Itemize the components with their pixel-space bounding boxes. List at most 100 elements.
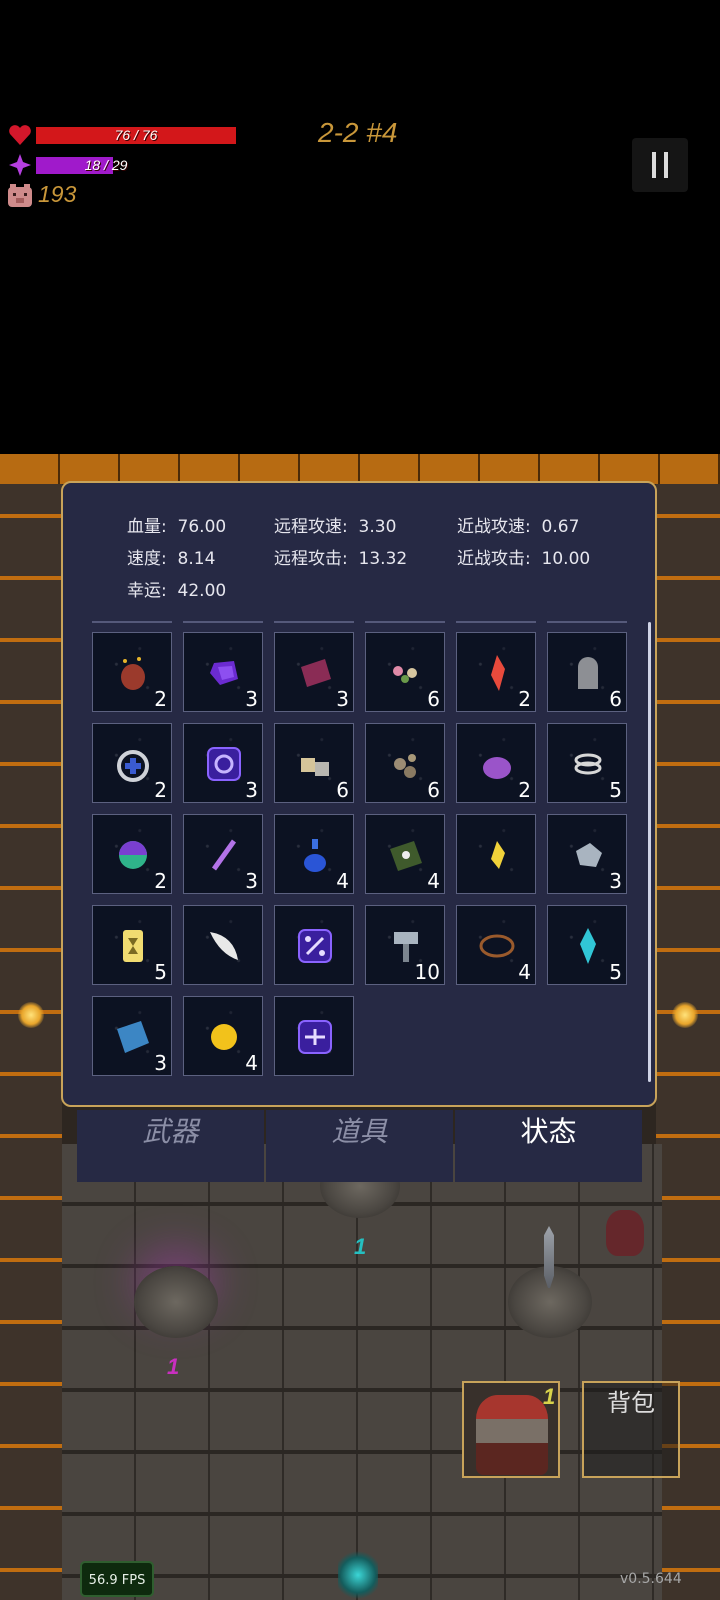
inventory-item-slot[interactable]: 5 [547, 723, 627, 803]
sword-icon [544, 1226, 554, 1288]
inventory-item-slot[interactable]: 6 [274, 723, 354, 803]
avatar-number: 1 [543, 1384, 556, 1409]
brick-wall-left [0, 484, 62, 1600]
tombstone-icon [568, 653, 608, 693]
mp-bar: 18 / 29 [36, 157, 236, 174]
flower-bunch-icon [386, 653, 426, 693]
item-count: 2 [518, 687, 531, 711]
stat-speed: 速度: 8.14 [127, 549, 216, 569]
inventory-item-slot[interactable]: 4 [274, 814, 354, 894]
item-count: 2 [154, 778, 167, 802]
arrow-rune-icon [295, 1017, 335, 1057]
red-crystal-icon [477, 653, 517, 693]
item-count: 3 [245, 778, 258, 802]
item-count: 3 [336, 687, 349, 711]
hp-text: 76 / 76 [114, 127, 158, 143]
hp-bar: 76 / 76 [36, 127, 236, 144]
inventory-item-slot[interactable]: 5 [92, 905, 172, 985]
inventory-item-slot[interactable]: 2 [92, 723, 172, 803]
item-count: 2 [518, 778, 531, 802]
column-divider [92, 621, 172, 623]
column-divider [183, 621, 263, 623]
floor-number-top: 1 [354, 1234, 367, 1259]
inventory-item-slot[interactable]: 4 [183, 996, 263, 1076]
rocks-icon [386, 744, 426, 784]
brick-wall-top [0, 454, 720, 484]
red-book-icon [295, 653, 335, 693]
item-count: 5 [609, 960, 622, 984]
stat-melee-attack: 近战攻击: 10.00 [457, 549, 591, 569]
pause-icon [652, 152, 656, 178]
stat-ranged-attack: 远程攻击: 13.32 [274, 549, 408, 569]
stat-hp: 血量: 76.00 [127, 517, 227, 537]
inventory-item-slot[interactable] [274, 996, 354, 1076]
item-count: 6 [336, 778, 349, 802]
silver-rings-icon [568, 744, 608, 784]
item-count: 6 [427, 778, 440, 802]
stage-label: 2-2 #4 [318, 117, 398, 148]
inventory-item-slot[interactable]: 2 [456, 632, 536, 712]
heart-icon [8, 124, 32, 146]
inventory-item-slot[interactable] [456, 814, 536, 894]
item-count: 2 [154, 869, 167, 893]
inventory-item-slot[interactable] [183, 905, 263, 985]
inventory-item-slot[interactable]: 6 [365, 632, 445, 712]
inventory-item-slot[interactable]: 2 [92, 632, 172, 712]
inventory-item-slot[interactable]: 3 [92, 996, 172, 1076]
purple-snail-icon [204, 653, 244, 693]
item-count: 6 [609, 687, 622, 711]
pedestal-left[interactable] [134, 1266, 218, 1338]
thorn-crown-icon [477, 926, 517, 966]
item-count: 4 [518, 960, 531, 984]
version-label: v0.5.644 [620, 1571, 682, 1587]
tab-items[interactable]: 道具 [266, 1110, 453, 1182]
mp-text: 18 / 29 [84, 157, 128, 173]
inventory-item-slot[interactable]: 4 [365, 814, 445, 894]
inventory-scrollbar[interactable] [648, 622, 651, 1082]
stat-ranged-speed: 远程攻速: 3.30 [274, 517, 397, 537]
inventory-item-slot[interactable]: 6 [365, 723, 445, 803]
yellow-crystal-icon [477, 835, 517, 875]
column-divider [456, 621, 536, 623]
inventory-item-slot[interactable]: 3 [274, 632, 354, 712]
item-count: 4 [245, 1051, 258, 1075]
item-count: 3 [245, 869, 258, 893]
gold-coin-icon [204, 1017, 244, 1057]
rainbow-orb-icon [113, 835, 153, 875]
inventory-item-slot[interactable]: 4 [456, 905, 536, 985]
medkit-ring-icon [113, 744, 153, 784]
inventory-item-slot[interactable]: 3 [183, 632, 263, 712]
inventory-item-slot[interactable]: 3 [183, 814, 263, 894]
item-count: 5 [609, 778, 622, 802]
green-book-icon [386, 835, 426, 875]
feather-icon [204, 926, 244, 966]
torch-right-icon [672, 1002, 698, 1028]
inventory-item-slot[interactable]: 3 [183, 723, 263, 803]
pause-button[interactable] [632, 138, 688, 192]
pig-coin-icon [6, 183, 34, 209]
inventory-item-slot[interactable]: 2 [456, 723, 536, 803]
inventory-item-slot[interactable]: 2 [92, 814, 172, 894]
inventory-item-slot[interactable]: 10 [365, 905, 445, 985]
pause-icon-bar [664, 152, 668, 178]
column-divider [365, 621, 445, 623]
column-divider [547, 621, 627, 623]
tab-weapons[interactable]: 武器 [77, 1110, 264, 1182]
item-count: 10 [414, 960, 440, 984]
inventory-item-slot[interactable]: 6 [547, 632, 627, 712]
inventory-item-slot[interactable]: 3 [547, 814, 627, 894]
item-count: 4 [427, 869, 440, 893]
inventory-item-slot[interactable] [274, 905, 354, 985]
blue-potion-icon [295, 835, 335, 875]
floor-number-left: 1 [167, 1354, 180, 1379]
character-avatar [476, 1395, 548, 1475]
gray-stone-icon [568, 835, 608, 875]
red-sack-icon [113, 653, 153, 693]
yellow-card-icon [113, 926, 153, 966]
item-count: 5 [154, 960, 167, 984]
spiral-rune-icon [204, 744, 244, 784]
inventory-item-slot[interactable]: 5 [547, 905, 627, 985]
bag-button[interactable]: 背包 [582, 1381, 680, 1478]
tab-status[interactable]: 状态 [455, 1110, 642, 1182]
purple-wand-icon [204, 835, 244, 875]
